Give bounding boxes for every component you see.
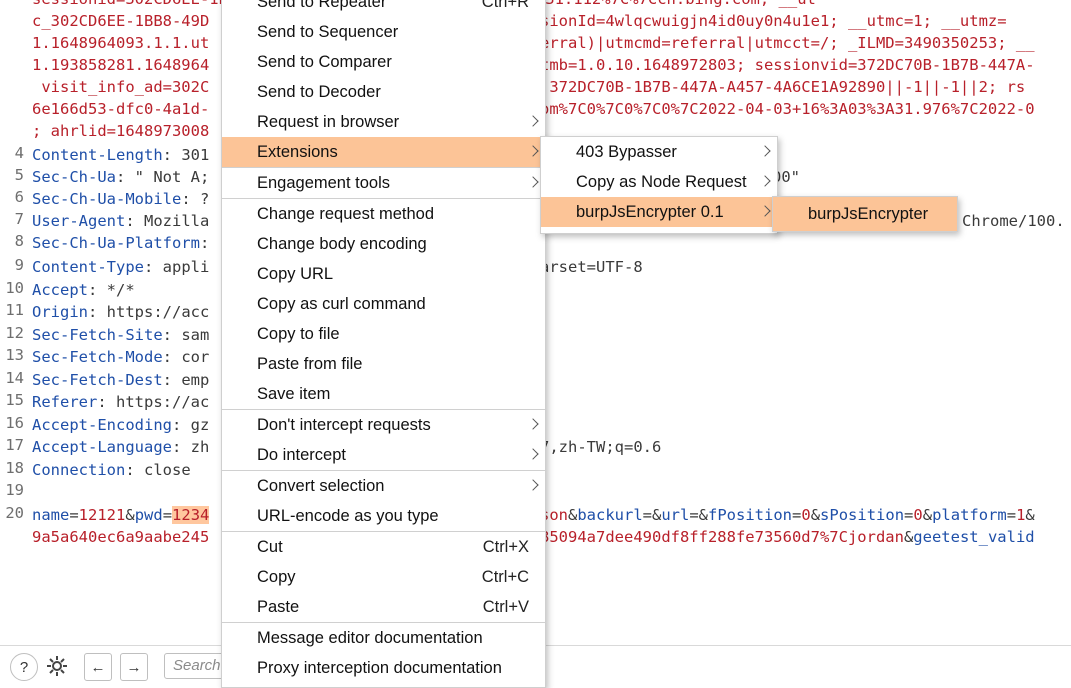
menu-item-proxy-interception-docs[interactable]: Proxy interception documentation [222, 653, 545, 683]
header-accept: Accept: */* [32, 281, 135, 299]
header-content-length: Content-Length: 301 [32, 146, 210, 164]
menu-item-cut[interactable]: Cut Ctrl+X [222, 532, 545, 562]
menu-item-send-to-comparer[interactable]: Send to Comparer [222, 47, 545, 77]
editor-line-cookie-3: 1.193858281.1648964 tmb=1.0.10.1648972803… [32, 56, 1035, 74]
header-connection: Connection: close [32, 461, 191, 479]
menu-item-burpjsencrypter-0-1[interactable]: burpJsEncrypter 0.1 [541, 197, 777, 227]
header-referer: Referer: https://ac [32, 393, 210, 411]
menu-item-copy-as-node-request[interactable]: Copy as Node Request [541, 167, 777, 197]
menu-item-engagement-tools[interactable]: Engagement tools [222, 168, 545, 198]
chevron-right-icon [759, 175, 771, 187]
line-number: 5 [14, 166, 24, 184]
header-content-type: Content-Type: appli arset=UTF-8 [32, 258, 643, 276]
context-menu: Send to Repeater Ctrl+R Send to Sequencer… [221, 0, 546, 688]
header-sec-fetch-mode: Sec-Fetch-Mode: cor [32, 348, 210, 366]
header-sec-ch-ua-platform: Sec-Ch-Ua-Platform: [32, 234, 210, 252]
line-number: 14 [5, 369, 24, 387]
header-sec-ch-ua: Sec-Ch-Ua: " Not A; 00" [32, 168, 800, 186]
chevron-right-icon [527, 448, 539, 460]
chevron-right-icon [759, 205, 771, 217]
menu-item-send-to-repeater[interactable]: Send to Repeater Ctrl+R [222, 0, 545, 17]
line-number: 15 [5, 391, 24, 409]
menu-item-burpjsencrypter[interactable]: burpJsEncrypter [773, 197, 957, 231]
line-number: 9 [14, 256, 24, 274]
chevron-right-icon [527, 145, 539, 157]
menu-item-403-bypasser[interactable]: 403 Bypasser [541, 137, 777, 167]
menu-item-extensions[interactable]: Extensions [222, 137, 545, 167]
header-accept-language: Accept-Language: zh 7,zh-TW;q=0.6 [32, 438, 662, 456]
selected-text: 1234 [172, 506, 210, 524]
editor-line-cookie-1: c_302CD6EE-1BB8-49D sionId=4wlqcwuigjn4id… [32, 12, 1007, 30]
gear-icon[interactable] [44, 653, 70, 679]
request-body-line-wrap: 9a5a640ec6a9aabe245 85094a7dee490df8ff288… [32, 528, 1035, 546]
header-user-agent: User-Agent: Mozilla Chrome/100. [32, 212, 1065, 230]
menu-item-do-intercept[interactable]: Do intercept [222, 440, 545, 470]
menu-item-dont-intercept[interactable]: Don't intercept requests [222, 410, 545, 440]
menu-item-copy-as-curl[interactable]: Copy as curl command [222, 289, 545, 319]
menu-item-request-in-browser[interactable]: Request in browser [222, 107, 545, 137]
header-sec-fetch-site: Sec-Fetch-Site: sam [32, 326, 210, 344]
line-number: 12 [5, 324, 24, 342]
line-number: 18 [5, 459, 24, 477]
line-number: 16 [5, 414, 24, 432]
menu-item-save-item[interactable]: Save item [222, 379, 545, 409]
menu-item-convert-selection[interactable]: Convert selection [222, 471, 545, 501]
line-number: 7 [14, 210, 24, 228]
line-number: 4 [14, 144, 24, 162]
header-sec-fetch-dest: Sec-Fetch-Dest: emp [32, 371, 210, 389]
line-number: 6 [14, 188, 24, 206]
line-number: 13 [5, 346, 24, 364]
menu-item-copy[interactable]: Copy Ctrl+C [222, 562, 545, 592]
line-number: 8 [14, 232, 24, 250]
arrow-left-icon[interactable]: ← [84, 653, 112, 681]
chevron-right-icon [527, 115, 539, 127]
editor-line-cookie-4: visit_info_ad=302C |372DC70B-1B7B-447A-A4… [32, 78, 1026, 96]
burpjsencrypter-submenu: burpJsEncrypter [772, 196, 958, 232]
extensions-submenu: 403 Bypasser Copy as Node Request burpJs… [540, 136, 778, 234]
request-body-line: name=12121&pwd=1234 son&backurl=&url=&fPo… [32, 506, 1035, 524]
arrow-right-icon[interactable]: → [120, 653, 148, 681]
chevron-right-icon [759, 145, 771, 157]
header-accept-encoding: Accept-Encoding: gz [32, 416, 210, 434]
line-number: 17 [5, 436, 24, 454]
question-circle-icon[interactable]: ? [10, 653, 38, 681]
menu-item-change-request-method[interactable]: Change request method [222, 199, 545, 229]
chevron-right-icon [527, 418, 539, 430]
chevron-right-icon [527, 479, 539, 491]
editor-line-cookie-2: 1.1648964093.1.1.ut erral)|utmcmd=referra… [32, 34, 1035, 52]
menu-item-paste-from-file[interactable]: Paste from file [222, 349, 545, 379]
line-number: 19 [5, 481, 24, 499]
menu-item-url-encode[interactable]: URL-encode as you type [222, 501, 545, 531]
menu-item-paste[interactable]: Paste Ctrl+V [222, 592, 545, 622]
chevron-right-icon [527, 176, 539, 188]
line-number: 10 [5, 279, 24, 297]
menu-item-copy-url[interactable]: Copy URL [222, 259, 545, 289]
header-origin: Origin: https://acc [32, 303, 210, 321]
header-sec-ch-ua-mobile: Sec-Ch-Ua-Mobile: ? [32, 190, 210, 208]
line-number: 11 [5, 301, 24, 319]
menu-item-copy-to-file[interactable]: Copy to file [222, 319, 545, 349]
editor-line-cookie-5: 6e166d53-dfc0-4a1d-om%7C0%7C0%7C0%7C2022… [32, 100, 1035, 118]
menu-item-send-to-decoder[interactable]: Send to Decoder [222, 77, 545, 107]
menu-item-change-body-encoding[interactable]: Change body encoding [222, 229, 545, 259]
editor-line-cookie-6: ; ahrlid=1648973008 [32, 122, 210, 140]
menu-item-send-to-sequencer[interactable]: Send to Sequencer [222, 17, 545, 47]
line-number: 20 [5, 504, 24, 522]
menu-item-message-editor-docs[interactable]: Message editor documentation [222, 623, 545, 653]
